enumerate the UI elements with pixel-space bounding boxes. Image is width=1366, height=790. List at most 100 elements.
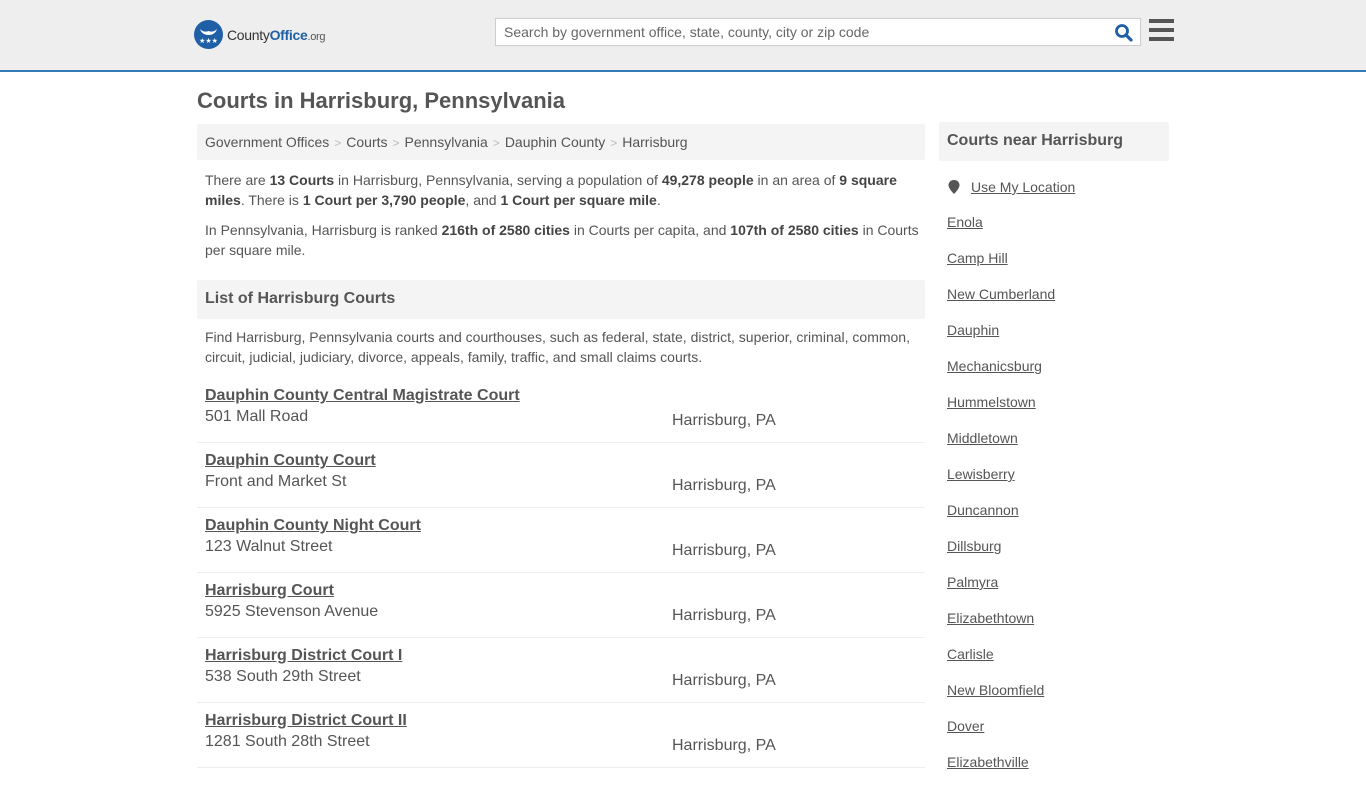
nearby-city-item: Palmyra	[947, 574, 1167, 610]
nearby-city-link[interactable]: Middletown	[947, 430, 1018, 446]
rank-per-area: 107th of 2580 cities	[730, 222, 859, 238]
breadcrumb-separator: >	[610, 136, 618, 150]
court-count: 13 Courts	[269, 172, 335, 188]
nearby-city-link[interactable]: Palmyra	[947, 574, 998, 590]
nearby-city-link[interactable]: Enola	[947, 214, 983, 230]
nearby-city-link[interactable]: Dover	[947, 718, 984, 734]
nearby-city-link[interactable]: Carlisle	[947, 646, 994, 662]
menu-bar	[1149, 19, 1174, 23]
nearby-city-item: Dauphin	[947, 322, 1167, 358]
page-title: Courts in Harrisburg, Pennsylvania	[197, 88, 565, 113]
nearby-city-item: Elizabethtown	[947, 610, 1167, 646]
use-my-location-link[interactable]: Use My Location	[971, 179, 1075, 195]
site-logo[interactable]: ★★★ CountyOffice.org	[194, 20, 326, 49]
nearby-city-item: Mechanicsburg	[947, 358, 1167, 394]
logo-tld: .org	[307, 30, 326, 43]
text: in Courts per capita, and	[569, 222, 731, 238]
intro-statistics: There are 13 Courts in Harrisburg, Penns…	[205, 170, 920, 210]
nearby-city-link[interactable]: Elizabethtown	[947, 610, 1034, 626]
court-item: Dauphin County Central Magistrate Court …	[197, 378, 925, 443]
logo-name-bold: Office	[269, 26, 308, 43]
court-city: Harrisburg, PA	[672, 737, 776, 754]
court-name-link[interactable]: Harrisburg District Court I	[205, 647, 402, 665]
nearby-cities-list: Use My Location Enola Camp Hill New Cumb…	[947, 178, 1167, 790]
court-city: Harrisburg, PA	[672, 542, 776, 559]
court-item: Harrisburg District Court I 538 South 29…	[197, 638, 925, 703]
breadcrumb-separator: >	[334, 136, 342, 150]
list-heading: List of Harrisburg Courts	[197, 280, 925, 319]
breadcrumb-dauphin-county[interactable]: Dauphin County	[505, 134, 605, 150]
court-city: Harrisburg, PA	[672, 477, 776, 494]
breadcrumb-separator: >	[492, 136, 500, 150]
courts-per-capita: 1 Court per 3,790 people	[302, 192, 466, 208]
search-box	[495, 18, 1141, 46]
nearby-city-link[interactable]: Mechanicsburg	[947, 358, 1042, 374]
text: In Pennsylvania, Harrisburg is ranked	[205, 222, 442, 238]
court-list: Dauphin County Central Magistrate Court …	[197, 378, 925, 768]
nearby-city-item: Hummelstown	[947, 394, 1167, 430]
hamburger-menu-icon[interactable]	[1149, 19, 1175, 43]
search-input[interactable]	[496, 19, 1106, 45]
nearby-city-link[interactable]: New Cumberland	[947, 286, 1055, 302]
intro-text: There are 13 Courts in Harrisburg, Penns…	[205, 170, 920, 270]
court-name-link[interactable]: Harrisburg Court	[205, 582, 334, 600]
court-item: Dauphin County Court Front and Market St…	[197, 443, 925, 508]
menu-bar	[1149, 37, 1174, 41]
court-name-link[interactable]: Dauphin County Central Magistrate Court	[205, 387, 520, 405]
nearby-city-item: Duncannon	[947, 502, 1167, 538]
breadcrumb-courts[interactable]: Courts	[346, 134, 387, 150]
nearby-city-item: Dillsburg	[947, 538, 1167, 574]
court-address: 123 Walnut Street	[205, 538, 333, 555]
nearby-city-item: Camp Hill	[947, 250, 1167, 286]
nearby-city-item: Enola	[947, 214, 1167, 250]
breadcrumb-separator: >	[392, 136, 400, 150]
nearby-city-item: Carlisle	[947, 646, 1167, 682]
text: in Harrisburg, Pennsylvania, serving a p…	[334, 172, 662, 188]
nearby-city-item: Dover	[947, 718, 1167, 754]
court-item: Harrisburg Court 5925 Stevenson Avenue H…	[197, 573, 925, 638]
breadcrumb-pennsylvania[interactable]: Pennsylvania	[405, 134, 488, 150]
nearby-city-link[interactable]: Hummelstown	[947, 394, 1036, 410]
nearby-city-link[interactable]: New Bloomfield	[947, 682, 1044, 698]
logo-text: CountyOffice.org	[227, 26, 326, 43]
nearby-city-item: Elizabethville	[947, 754, 1167, 790]
breadcrumb: Government Offices > Courts > Pennsylvania > D…	[197, 124, 925, 160]
site-header: ★★★ CountyOffice.org	[0, 0, 1366, 72]
list-description: Find Harrisburg, Pennsylvania courts and…	[205, 329, 910, 365]
court-address: 501 Mall Road	[205, 408, 309, 425]
court-address: 1281 South 28th Street	[205, 733, 370, 750]
text: There are	[205, 172, 270, 188]
court-item: Dauphin County Night Court 123 Walnut St…	[197, 508, 925, 573]
nearby-city-link[interactable]: Duncannon	[947, 502, 1019, 518]
search-icon[interactable]	[1114, 23, 1134, 43]
sidebar-heading: Courts near Harrisburg	[939, 122, 1169, 161]
court-name-link[interactable]: Dauphin County Court	[205, 452, 376, 470]
population: 49,278 people	[661, 172, 754, 188]
nearby-city-item: New Cumberland	[947, 286, 1167, 322]
text: , and	[465, 192, 501, 208]
map-marker-icon	[948, 180, 960, 194]
breadcrumb-government-offices[interactable]: Government Offices	[205, 134, 329, 150]
menu-bar	[1149, 28, 1174, 32]
nearby-city-link[interactable]: Lewisberry	[947, 466, 1015, 482]
nearby-city-link[interactable]: Dauphin	[947, 322, 999, 338]
court-name-link[interactable]: Dauphin County Night Court	[205, 517, 421, 535]
nearby-city-link[interactable]: Dillsburg	[947, 538, 1001, 554]
text: .	[656, 192, 661, 208]
court-address: 5925 Stevenson Avenue	[205, 603, 379, 620]
courts-per-area: 1 Court per square mile	[500, 192, 657, 208]
court-address: Front and Market St	[205, 473, 347, 490]
use-my-location: Use My Location	[947, 178, 1167, 196]
intro-ranking: In Pennsylvania, Harrisburg is ranked 21…	[205, 220, 920, 260]
court-item: Harrisburg District Court II 1281 South …	[197, 703, 925, 768]
court-name-link[interactable]: Harrisburg District Court II	[205, 712, 407, 730]
eagle-stars-logo-icon: ★★★	[194, 20, 223, 49]
nearby-city-item: Middletown	[947, 430, 1167, 466]
nearby-city-link[interactable]: Camp Hill	[947, 250, 1008, 266]
svg-text:★★★: ★★★	[199, 37, 218, 45]
nearby-city-item: New Bloomfield	[947, 682, 1167, 718]
text: in an area of	[753, 172, 840, 188]
court-city: Harrisburg, PA	[672, 672, 776, 689]
text: . There is	[240, 192, 303, 208]
breadcrumb-harrisburg[interactable]: Harrisburg	[622, 134, 687, 150]
